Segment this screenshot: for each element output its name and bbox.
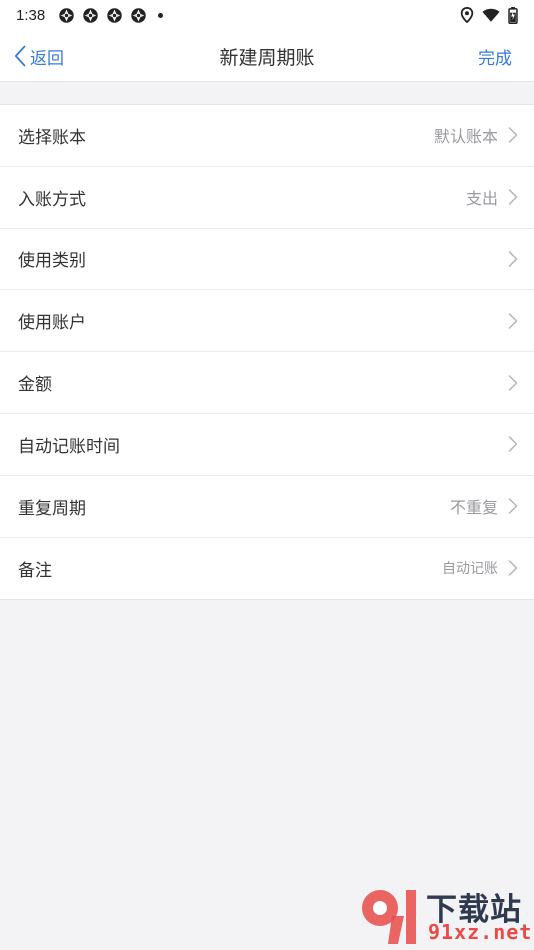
app-notification-icon bbox=[59, 7, 74, 23]
chevron-right-icon bbox=[508, 498, 518, 514]
chevron-right-icon bbox=[508, 127, 518, 144]
navigation-bar: 返回 新建周期账 完成 bbox=[0, 30, 534, 82]
row-label: 金额 bbox=[18, 375, 52, 396]
row-entry-method[interactable]: 入账方式 支出 bbox=[0, 167, 534, 229]
watermark-logo-icon bbox=[362, 890, 416, 944]
row-right bbox=[498, 374, 518, 391]
row-auto-record-time[interactable]: 自动记账时间 bbox=[0, 414, 534, 476]
watermark-url: 91xz.net bbox=[428, 920, 533, 944]
row-account[interactable]: 使用账户 bbox=[0, 290, 534, 353]
row-select-ledger[interactable]: 选择账本 默认账本 bbox=[0, 105, 534, 167]
row-repeat-cycle[interactable]: 重复周期 不重复 bbox=[0, 476, 534, 538]
row-right: 支出 bbox=[466, 185, 518, 209]
done-button[interactable]: 完成 bbox=[478, 30, 512, 82]
back-label: 返回 bbox=[30, 48, 64, 69]
row-right bbox=[498, 251, 518, 267]
status-time: 1:38 bbox=[16, 6, 46, 24]
row-amount[interactable]: 金额 bbox=[0, 352, 534, 414]
chevron-right-icon bbox=[508, 374, 518, 391]
settings-list: 选择账本 默认账本 入账方式 支出 使用类别 使用账户 金额 自动记账时间 重复… bbox=[0, 104, 534, 601]
row-right: 自动记账 bbox=[442, 558, 518, 578]
location-icon bbox=[460, 7, 474, 23]
page-title: 新建周期账 bbox=[219, 46, 315, 69]
battery-icon bbox=[508, 6, 518, 24]
row-label: 备注 bbox=[18, 560, 52, 581]
app-notification-icon bbox=[131, 7, 146, 23]
chevron-right-icon bbox=[508, 313, 518, 329]
row-category[interactable]: 使用类别 bbox=[0, 229, 534, 291]
status-bar: 1:38 bbox=[0, 0, 534, 30]
status-right bbox=[460, 6, 518, 24]
row-label: 重复周期 bbox=[18, 498, 86, 519]
app-notification-icon bbox=[83, 7, 98, 23]
row-right bbox=[498, 436, 518, 453]
watermark: 下载站 91xz.net bbox=[358, 884, 533, 948]
row-label: 使用账户 bbox=[18, 313, 86, 334]
chevron-left-icon bbox=[14, 45, 26, 67]
back-button[interactable]: 返回 bbox=[14, 30, 64, 82]
row-value: 默认账本 bbox=[433, 127, 498, 147]
chevron-right-icon bbox=[508, 189, 518, 205]
more-notifications-dot bbox=[158, 12, 164, 18]
chevron-right-icon bbox=[508, 560, 518, 577]
app-notification-icon bbox=[107, 7, 122, 23]
row-right: 默认账本 bbox=[434, 123, 518, 147]
row-right bbox=[498, 313, 518, 329]
row-value: 不重复 bbox=[449, 498, 498, 518]
status-left: 1:38 bbox=[16, 6, 164, 24]
row-value: 自动记账 bbox=[442, 561, 498, 578]
row-label: 选择账本 bbox=[18, 127, 86, 148]
row-right: 不重复 bbox=[450, 494, 518, 518]
row-label: 自动记账时间 bbox=[18, 436, 120, 457]
row-note[interactable]: 备注 自动记账 bbox=[0, 538, 534, 600]
wifi-icon bbox=[482, 8, 500, 22]
row-value: 支出 bbox=[465, 189, 498, 209]
row-label: 使用类别 bbox=[18, 251, 86, 272]
row-label: 入账方式 bbox=[18, 189, 86, 210]
chevron-right-icon bbox=[508, 436, 518, 453]
chevron-right-icon bbox=[508, 251, 518, 267]
